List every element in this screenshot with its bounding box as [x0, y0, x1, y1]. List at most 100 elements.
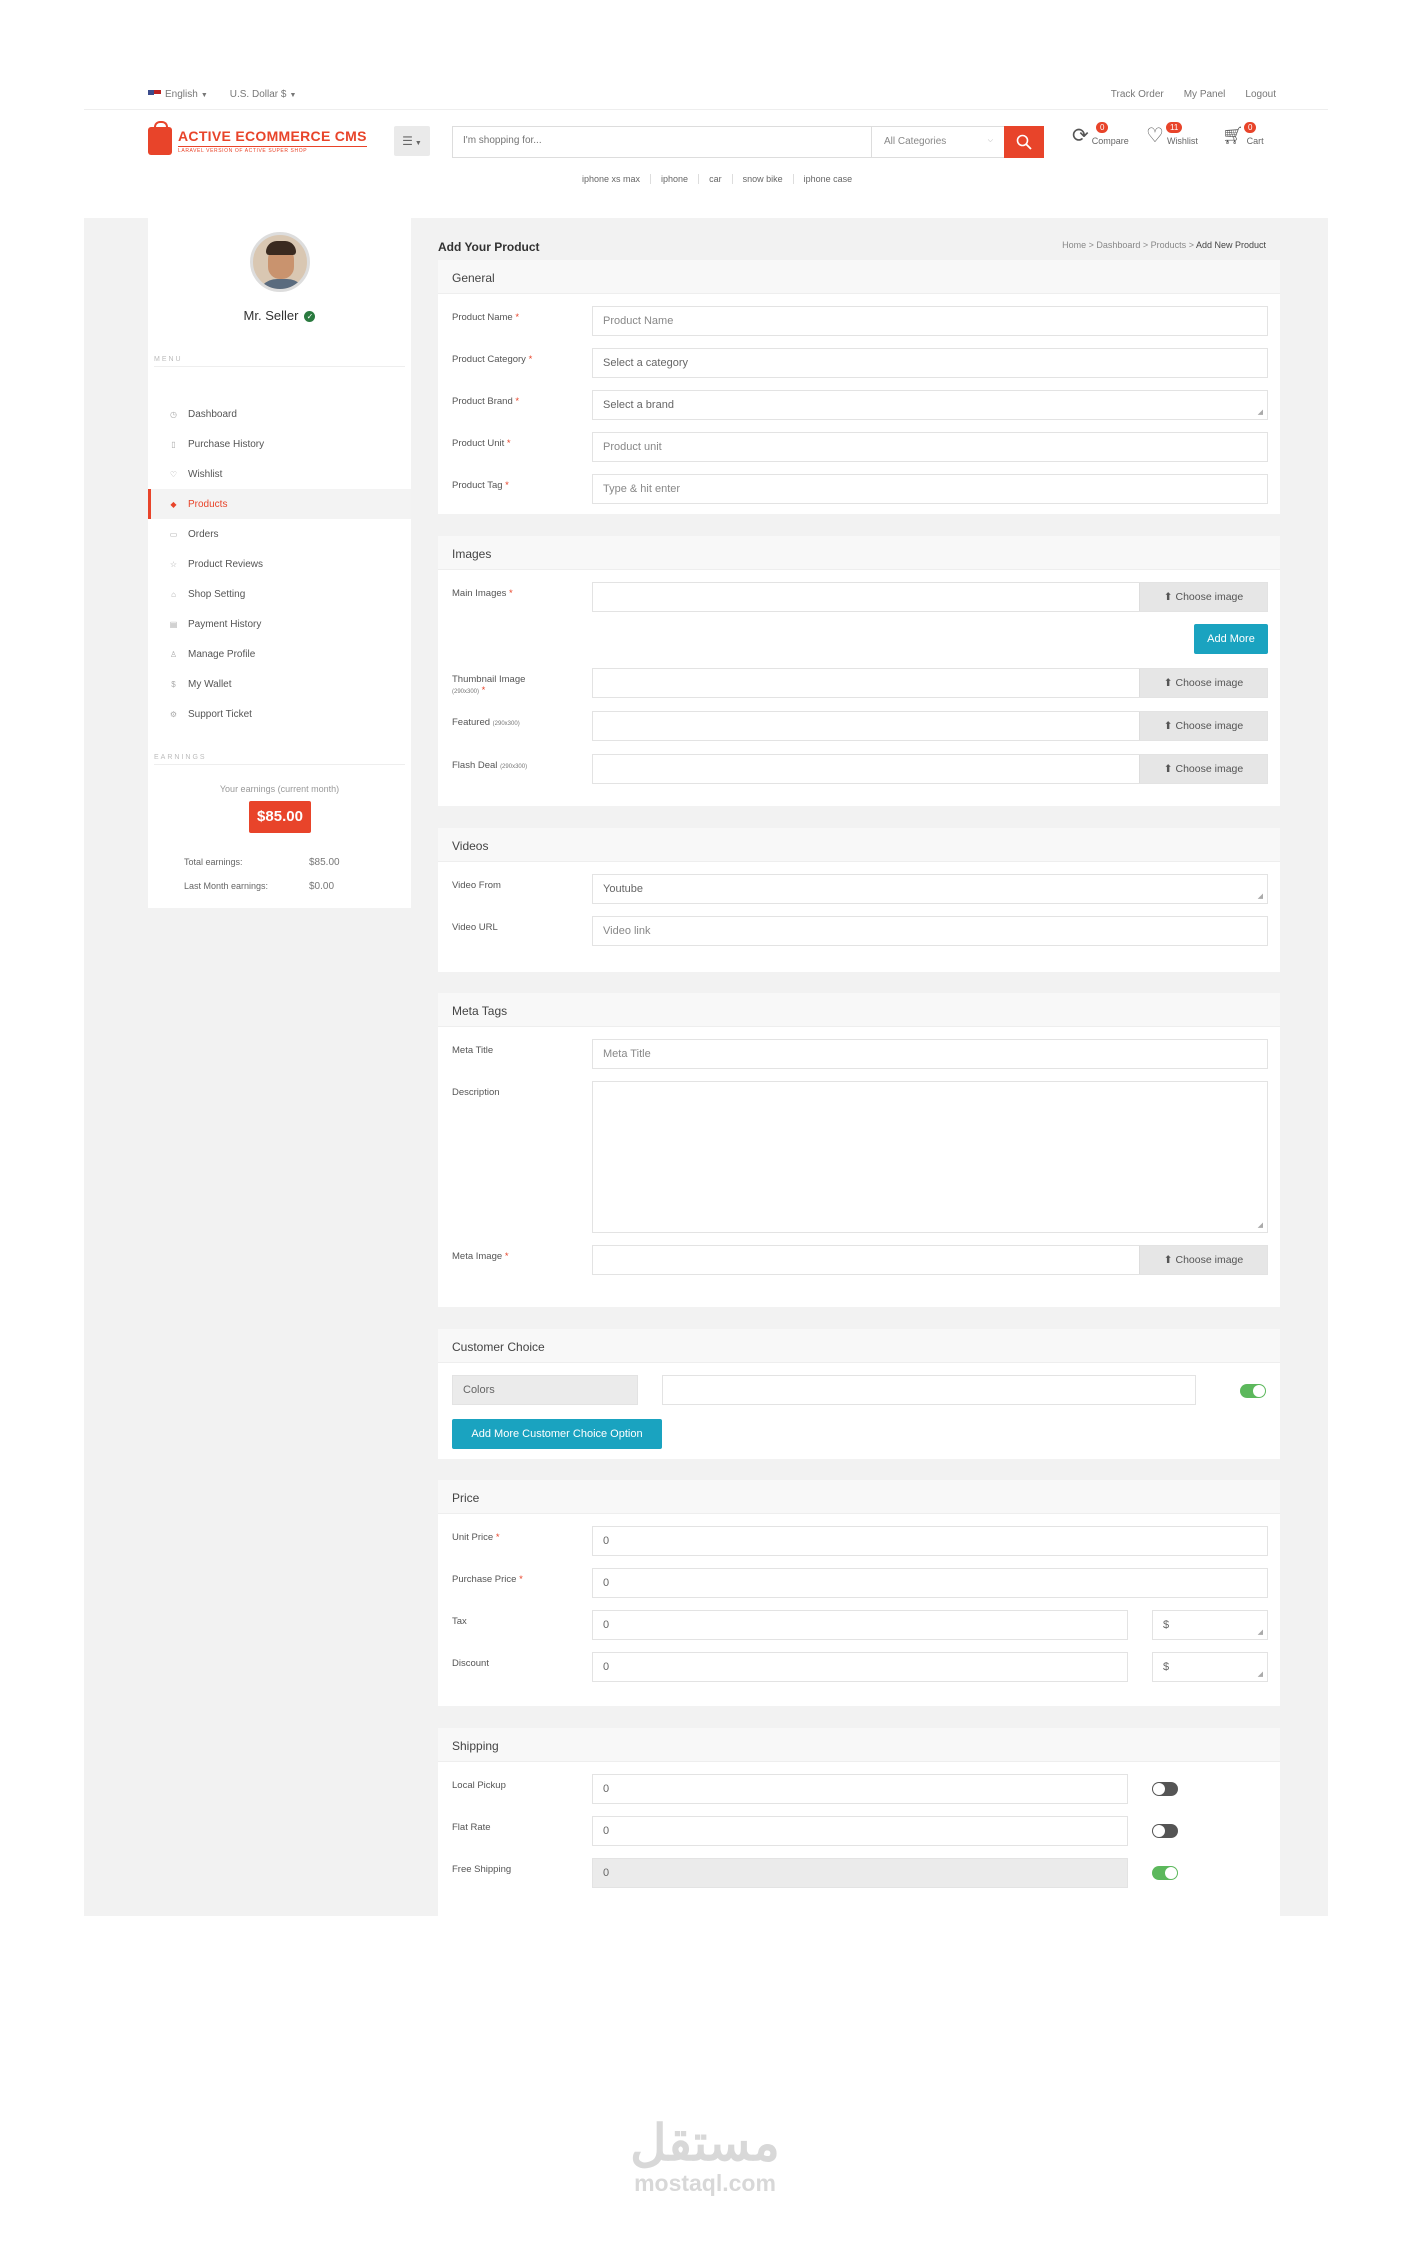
chevron-down-icon: ▼: [412, 140, 422, 147]
section-heading: Meta Tags: [438, 993, 1280, 1027]
sidebar-item-support-ticket[interactable]: ⚙ Support Ticket: [148, 699, 411, 729]
breadcrumb: Home > Dashboard > Products > Add New Pr…: [1062, 240, 1266, 250]
meta-image-file-input[interactable]: ⬆︎ Choose image: [592, 1245, 1268, 1275]
choose-image-button[interactable]: ⬆︎ Choose image: [1139, 755, 1267, 783]
sidebar-item-dashboard[interactable]: ◷ Dashboard: [148, 399, 411, 429]
add-customer-choice-button[interactable]: Add More Customer Choice Option: [452, 1419, 662, 1449]
sidebar-item-my-wallet[interactable]: $ My Wallet: [148, 669, 411, 699]
language-selector[interactable]: English ▼: [148, 89, 208, 100]
product-category-select[interactable]: Select a category: [592, 348, 1268, 378]
search-button[interactable]: [1004, 126, 1044, 158]
sidebar-item-payment-history[interactable]: ▤ Payment History: [148, 609, 411, 639]
track-order-link[interactable]: Track Order: [1111, 89, 1164, 100]
sidebar-item-label: My Wallet: [188, 678, 232, 690]
choose-image-button[interactable]: ⬆︎ Choose image: [1139, 583, 1267, 611]
flat-rate-toggle[interactable]: [1152, 1824, 1178, 1838]
top-bar: English ▼ U.S. Dollar $ ▼ Track Order My P…: [84, 80, 1328, 110]
sidebar-item-products[interactable]: ◆ Products: [148, 489, 411, 519]
add-more-images-button[interactable]: Add More: [1194, 624, 1268, 654]
upload-icon: ⬆︎: [1163, 677, 1173, 689]
unit-price-input[interactable]: 0: [592, 1526, 1268, 1556]
colors-toggle[interactable]: [1240, 1384, 1266, 1398]
compare-button[interactable]: ⟳ 0 Compare: [1072, 122, 1129, 146]
discount-input[interactable]: 0: [592, 1652, 1128, 1682]
purchase-price-input[interactable]: 0: [592, 1568, 1268, 1598]
site-header: ACTIVE ECOMMERCE CMS LARAVEL VERSION OF …: [84, 110, 1328, 218]
us-flag-icon: [148, 90, 161, 99]
earnings-heading: EARNINGS: [154, 754, 403, 765]
cart-icon: 🛒︎: [1222, 126, 1244, 145]
tax-input[interactable]: 0: [592, 1610, 1128, 1640]
toggle-knob: [1153, 1783, 1165, 1795]
product-name-label: Product Name *: [452, 312, 520, 323]
video-url-input[interactable]: Video link: [592, 916, 1268, 946]
section-heading: Images: [438, 536, 1280, 570]
upload-icon: ⬆︎: [1163, 720, 1173, 732]
product-tag-input[interactable]: Type & hit enter: [592, 474, 1268, 504]
tax-type-select[interactable]: $ ◢: [1152, 1610, 1268, 1640]
thumbnail-file-input[interactable]: ⬆︎ Choose image: [592, 668, 1268, 698]
sidebar-item-product-reviews[interactable]: ☆ Product Reviews: [148, 549, 411, 579]
product-unit-input[interactable]: Product unit: [592, 432, 1268, 462]
sidebar-menu: ◷ Dashboard ▯ Purchase History ♡ Wishlist ◆ Pro…: [148, 399, 411, 729]
local-pickup-input[interactable]: 0: [592, 1774, 1128, 1804]
logo[interactable]: ACTIVE ECOMMERCE CMS LARAVEL VERSION OF …: [148, 121, 367, 155]
sidebar-item-manage-profile[interactable]: ♙ Manage Profile: [148, 639, 411, 669]
discount-type-select[interactable]: $ ◢: [1152, 1652, 1268, 1682]
choose-image-button[interactable]: ⬆︎ Choose image: [1139, 1246, 1267, 1274]
chevron-down-icon: ▼: [200, 92, 208, 99]
category-menu-button[interactable]: ☰ ▼: [394, 126, 430, 156]
local-pickup-toggle[interactable]: [1152, 1782, 1178, 1796]
shop-icon: ⌂: [171, 589, 176, 599]
flat-rate-input[interactable]: 0: [592, 1816, 1128, 1846]
sidebar-item-shop-setting[interactable]: ⌂ Shop Setting: [148, 579, 411, 609]
main-images-file-input[interactable]: ⬆︎ Choose image: [592, 582, 1268, 612]
sidebar-item-purchase-history[interactable]: ▯ Purchase History: [148, 429, 411, 459]
choose-image-button[interactable]: ⬆︎ Choose image: [1139, 712, 1267, 740]
local-pickup-label: Local Pickup: [452, 1780, 506, 1791]
colors-select[interactable]: [662, 1375, 1196, 1405]
watermark: مستقل mostaql.com: [630, 2115, 780, 2196]
toggle-knob: [1253, 1385, 1265, 1397]
tag-link[interactable]: snow bike: [731, 174, 793, 184]
product-category-label: Product Category *: [452, 354, 533, 365]
resize-grip-icon: ◢: [1257, 1671, 1263, 1678]
required-mark: *: [495, 1532, 500, 1543]
tag-link[interactable]: iphone case: [792, 174, 863, 184]
category-select[interactable]: All Categories ⌵: [871, 127, 1001, 157]
currency-selector[interactable]: U.S. Dollar $ ▼: [230, 89, 297, 100]
sidebar-item-label: Dashboard: [188, 408, 237, 420]
sidebar-item-label: Shop Setting: [188, 588, 246, 600]
dashboard-icon: ◷: [170, 409, 177, 419]
dollar-icon: $: [171, 679, 176, 689]
product-brand-select[interactable]: Select a brand ◢: [592, 390, 1268, 420]
tag-link[interactable]: iphone xs max: [572, 174, 650, 184]
search-input[interactable]: [463, 135, 853, 146]
cart-button[interactable]: 🛒︎ 0 Cart: [1222, 122, 1264, 146]
product-name-input[interactable]: Product Name: [592, 306, 1268, 336]
required-mark: *: [505, 480, 509, 491]
description-textarea[interactable]: ◢: [592, 1081, 1268, 1233]
free-shipping-toggle[interactable]: [1152, 1866, 1178, 1880]
description-label: Description: [452, 1087, 500, 1098]
logout-link[interactable]: Logout: [1245, 89, 1276, 100]
tag-link[interactable]: iphone: [650, 174, 698, 184]
card-icon: ▤: [169, 619, 178, 629]
flash-deal-file-input[interactable]: ⬆︎ Choose image: [592, 754, 1268, 784]
breadcrumb-dashboard[interactable]: Dashboard: [1096, 240, 1140, 250]
breadcrumb-products[interactable]: Products: [1151, 240, 1187, 250]
sidebar-item-label: Purchase History: [188, 438, 265, 450]
heart-icon: ♡: [1146, 125, 1164, 147]
meta-title-input[interactable]: Meta Title: [592, 1039, 1268, 1069]
avatar-shirt: [257, 279, 307, 289]
sidebar-item-orders[interactable]: ▭ Orders: [148, 519, 411, 549]
featured-file-input[interactable]: ⬆︎ Choose image: [592, 711, 1268, 741]
video-from-select[interactable]: Youtube ◢: [592, 874, 1268, 904]
wishlist-button[interactable]: ♡ 11 Wishlist: [1146, 122, 1198, 147]
file-icon: ▯: [171, 439, 176, 449]
choose-image-button[interactable]: ⬆︎ Choose image: [1139, 669, 1267, 697]
my-panel-link[interactable]: My Panel: [1184, 89, 1226, 100]
tag-link[interactable]: car: [698, 174, 732, 184]
sidebar-item-wishlist[interactable]: ♡ Wishlist: [148, 459, 411, 489]
breadcrumb-home[interactable]: Home: [1062, 240, 1086, 250]
